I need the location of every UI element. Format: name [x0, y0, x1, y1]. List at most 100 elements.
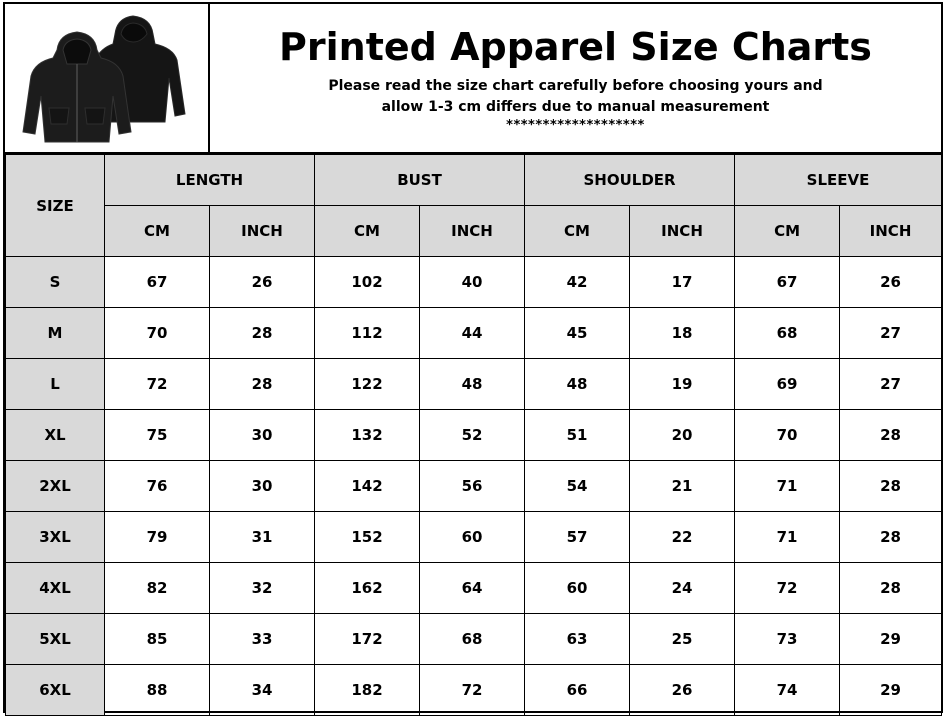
- size-label: 2XL: [5, 460, 105, 512]
- unit-header: CM: [734, 205, 841, 257]
- measurement-cell: 67: [104, 256, 210, 308]
- measurement-cell: 24: [629, 562, 736, 614]
- title-block: Printed Apparel Size Charts Please read …: [210, 4, 941, 152]
- measurement-cell: 56: [419, 460, 526, 512]
- measurement-cell: 79: [104, 511, 210, 563]
- measurement-cell: 54: [524, 460, 631, 512]
- table-row: XL 75 30 132 52 51 20 70 28: [5, 409, 943, 461]
- measurement-cell: 82: [104, 562, 210, 614]
- measurement-cell: 31: [208, 511, 316, 563]
- measurement-cell: 71: [734, 511, 841, 563]
- unit-header: INCH: [839, 205, 943, 257]
- measurement-cell: 48: [419, 358, 526, 410]
- group-header-length: LENGTH: [103, 154, 316, 206]
- measurement-cell: 19: [629, 358, 736, 410]
- size-label: S: [5, 256, 105, 308]
- table-row: S 67 26 102 40 42 17 67 26: [5, 256, 943, 308]
- measurement-cell: 27: [839, 307, 943, 359]
- measurement-cell: 28: [208, 307, 316, 359]
- measurement-cell: 57: [524, 511, 631, 563]
- measurement-cell: 182: [314, 664, 421, 716]
- table-row: 6XL 88 34 182 72 66 26 74 29: [5, 664, 943, 716]
- measurement-cell: 60: [419, 511, 526, 563]
- measurement-cell: 29: [839, 664, 943, 716]
- page-title: Printed Apparel Size Charts: [279, 25, 872, 69]
- measurement-cell: 27: [839, 358, 943, 410]
- measurement-cell: 33: [208, 613, 316, 665]
- table-row: 4XL 82 32 162 64 60 24 72 28: [5, 562, 943, 614]
- measurement-cell: 28: [839, 460, 943, 512]
- measurement-cell: 52: [419, 409, 526, 461]
- measurement-cell: 60: [524, 562, 631, 614]
- table-row: M 70 28 112 44 45 18 68 27: [5, 307, 943, 359]
- measurement-cell: 172: [314, 613, 421, 665]
- measurement-cell: 67: [734, 256, 841, 308]
- size-label: 3XL: [5, 511, 105, 563]
- measurement-cell: 66: [524, 664, 631, 716]
- table-row: 3XL 79 31 152 60 57 22 71 28: [5, 511, 943, 563]
- measurement-cell: 142: [314, 460, 421, 512]
- size-label: L: [5, 358, 105, 410]
- unit-header: CM: [314, 205, 421, 257]
- measurement-cell: 72: [419, 664, 526, 716]
- measurement-cell: 75: [104, 409, 210, 461]
- measurement-cell: 45: [524, 307, 631, 359]
- measurement-cell: 64: [419, 562, 526, 614]
- measurement-cell: 112: [314, 307, 421, 359]
- size-column-header: SIZE: [5, 154, 105, 257]
- measurement-cell: 30: [208, 409, 316, 461]
- unit-header: INCH: [208, 205, 316, 257]
- measurement-cell: 132: [314, 409, 421, 461]
- measurement-cell: 68: [419, 613, 526, 665]
- measurement-cell: 28: [839, 562, 943, 614]
- measurement-cell: 28: [839, 409, 943, 461]
- unit-header: INCH: [419, 205, 526, 257]
- measurement-cell: 22: [629, 511, 736, 563]
- measurement-cell: 51: [524, 409, 631, 461]
- table-body: S 67 26 102 40 42 17 67 26 M 70 28 112 44 45 18 68 27 L 72 2…: [5, 256, 943, 716]
- measurement-cell: 17: [629, 256, 736, 308]
- measurement-cell: 72: [734, 562, 841, 614]
- table-row: 2XL 76 30 142 56 54 21 71 28: [5, 460, 943, 512]
- measurement-cell: 20: [629, 409, 736, 461]
- measurement-cell: 28: [208, 358, 316, 410]
- measurement-cell: 26: [629, 664, 736, 716]
- measurement-cell: 29: [839, 613, 943, 665]
- measurement-cell: 44: [419, 307, 526, 359]
- measurement-cell: 102: [314, 256, 421, 308]
- measurement-cell: 26: [839, 256, 943, 308]
- measurement-cell: 72: [104, 358, 210, 410]
- measurement-cell: 74: [734, 664, 841, 716]
- measurement-cell: 85: [104, 613, 210, 665]
- measurement-cell: 152: [314, 511, 421, 563]
- stars-divider: *******************: [506, 118, 645, 133]
- table-row: L 72 28 122 48 48 19 69 27: [5, 358, 943, 410]
- measurement-cell: 32: [208, 562, 316, 614]
- unit-header: CM: [524, 205, 631, 257]
- measurement-cell: 70: [734, 409, 841, 461]
- measurement-cell: 48: [524, 358, 631, 410]
- chart-header: Printed Apparel Size Charts Please read …: [5, 4, 941, 154]
- size-chart-sheet: Printed Apparel Size Charts Please read …: [3, 2, 943, 716]
- measurement-cell: 21: [629, 460, 736, 512]
- measurement-cell: 73: [734, 613, 841, 665]
- group-header-bust: BUST: [314, 154, 526, 206]
- unit-header: CM: [104, 205, 210, 257]
- measurement-cell: 25: [629, 613, 736, 665]
- measurement-cell: 69: [734, 358, 841, 410]
- measurement-cell: 34: [208, 664, 316, 716]
- measurement-cell: 42: [524, 256, 631, 308]
- measurement-cell: 26: [208, 256, 316, 308]
- size-label: XL: [5, 409, 105, 461]
- product-image: [5, 4, 210, 152]
- size-label: 6XL: [5, 664, 105, 716]
- measurement-cell: 30: [208, 460, 316, 512]
- measurement-cell: 76: [104, 460, 210, 512]
- measurement-cell: 162: [314, 562, 421, 614]
- subtitle-line-1: Please read the size chart carefully bef…: [328, 78, 823, 94]
- size-label: M: [5, 307, 105, 359]
- measurement-cell: 63: [524, 613, 631, 665]
- measurement-cell: 122: [314, 358, 421, 410]
- unit-header: INCH: [629, 205, 736, 257]
- measurement-cell: 71: [734, 460, 841, 512]
